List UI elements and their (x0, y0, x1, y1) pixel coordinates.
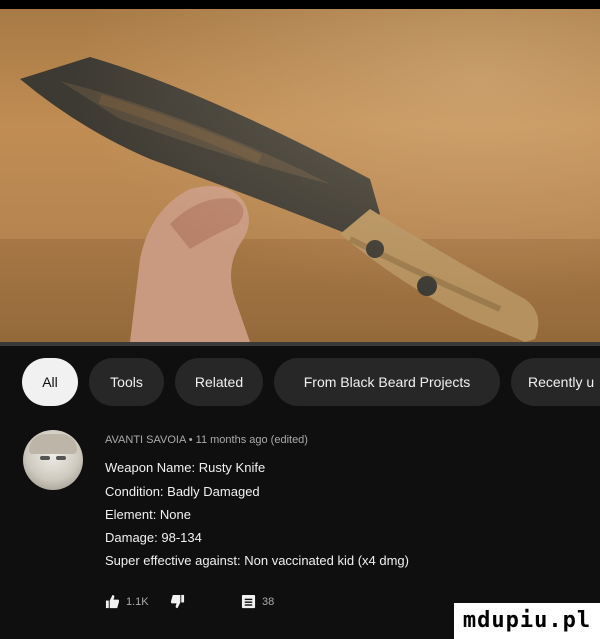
filter-chips: All Tools Related From Black Beard Proje… (0, 358, 600, 406)
video-player[interactable] (0, 9, 600, 342)
comment-line-effective: Super effective against: Non vaccinated … (105, 553, 409, 568)
comment-icon (241, 594, 256, 609)
comment-line-weapon: Weapon Name: Rusty Knife (105, 460, 266, 475)
chip-related[interactable]: Related (175, 358, 263, 406)
replies-button[interactable]: 38 (241, 594, 274, 609)
like-count: 1.1K (126, 595, 149, 608)
avatar[interactable] (23, 430, 83, 490)
chip-all[interactable]: All (22, 358, 78, 406)
video-frame-knife (0, 57, 600, 342)
comment-line-condition: Condition: Badly Damaged (105, 484, 260, 499)
top-bar (0, 0, 600, 9)
chip-tools[interactable]: Tools (89, 358, 164, 406)
video-progress-bar[interactable] (0, 342, 600, 346)
reply-count: 38 (262, 595, 275, 608)
like-button[interactable]: 1.1K (105, 594, 149, 609)
comment-meta: AVANTI SAVOIA • 11 months ago (edited) (105, 434, 308, 446)
chip-from-black-beard-projects[interactable]: From Black Beard Projects (274, 358, 500, 406)
chip-recently-uploaded[interactable]: Recently u (511, 358, 600, 406)
comment-line-element: Element: None (105, 507, 191, 522)
thumbs-up-icon (105, 594, 120, 609)
comment-line-damage: Damage: 98-134 (105, 530, 202, 545)
thumbs-down-icon (170, 594, 185, 609)
watermark-logo: mdupiu.pl (454, 603, 600, 639)
dislike-button[interactable] (170, 594, 185, 609)
